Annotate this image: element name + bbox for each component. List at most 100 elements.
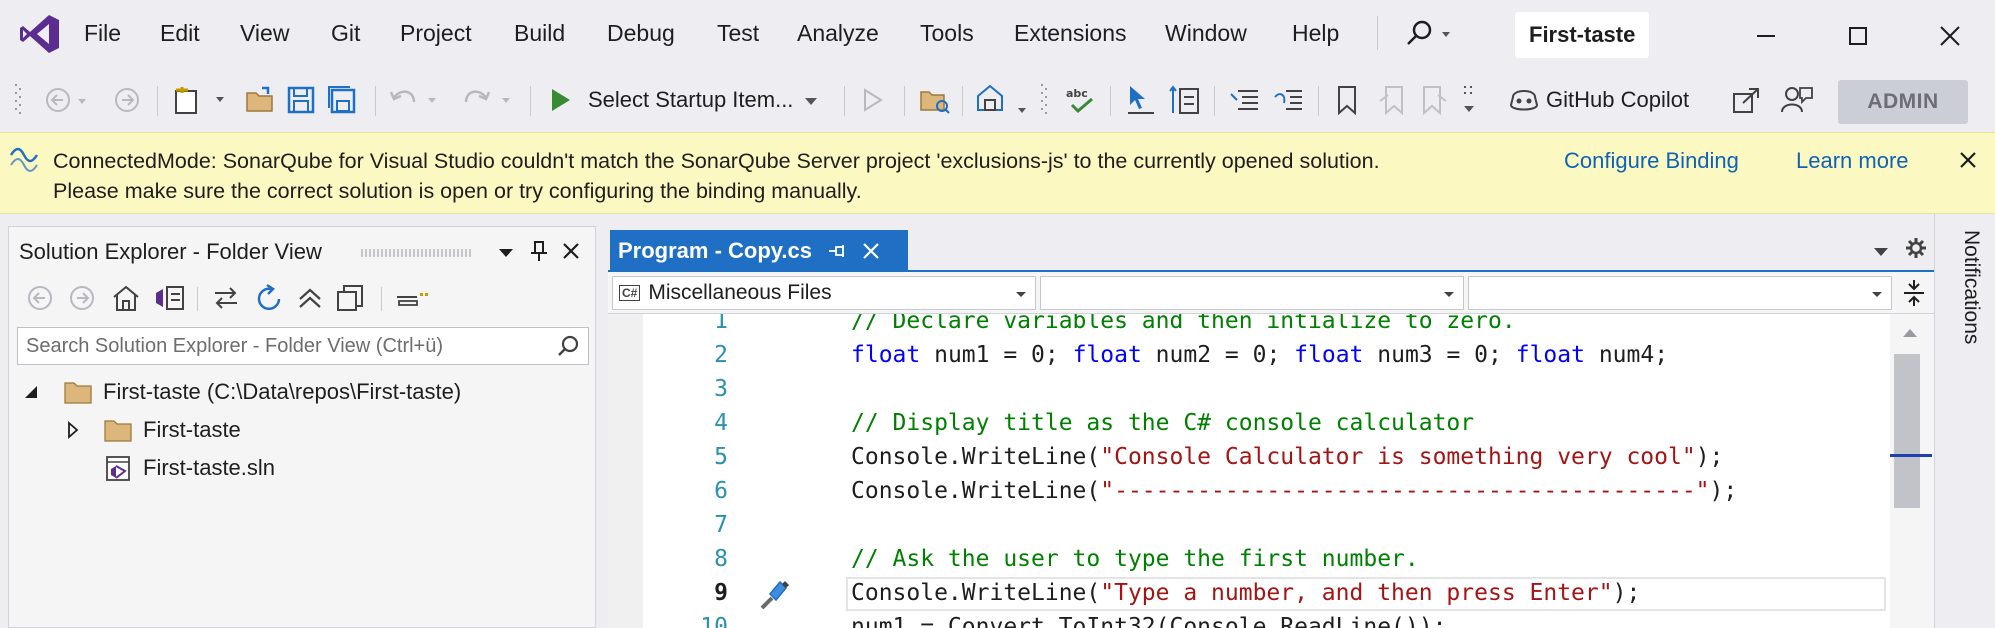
tree-item-label: First-taste bbox=[143, 417, 241, 442]
next-bookmark-icon[interactable] bbox=[1418, 80, 1448, 120]
member-dropdown[interactable] bbox=[1468, 276, 1892, 310]
menu-debug[interactable]: Debug bbox=[607, 20, 675, 47]
scroll-up-icon[interactable] bbox=[1900, 326, 1920, 340]
comment-lines-icon[interactable] bbox=[1228, 80, 1262, 120]
title-menu-bar: File Edit View Git Project Build Debug T… bbox=[0, 0, 1995, 68]
toolbar-grip-icon[interactable] bbox=[1040, 80, 1050, 120]
start-without-debugging-icon[interactable] bbox=[860, 80, 886, 120]
line-number: 7 bbox=[714, 512, 728, 538]
divider bbox=[1377, 16, 1378, 50]
admin-badge-button[interactable]: ADMIN bbox=[1838, 80, 1968, 124]
menu-help[interactable]: Help bbox=[1292, 20, 1339, 47]
new-item-icon[interactable] bbox=[172, 80, 234, 120]
uncomment-lines-icon[interactable] bbox=[1272, 80, 1306, 120]
back-icon[interactable] bbox=[25, 283, 55, 313]
quick-actions-screwdriver-icon[interactable] bbox=[758, 578, 792, 612]
settings-gear-icon[interactable] bbox=[1904, 236, 1928, 260]
pin-icon[interactable] bbox=[529, 239, 549, 263]
github-copilot-button[interactable]: GitHub Copilot bbox=[1508, 80, 1689, 120]
solution-explorer-search-input[interactable]: Search Solution Explorer - Folder View (… bbox=[17, 327, 589, 365]
maximize-icon[interactable] bbox=[1832, 14, 1884, 58]
feedback-icon[interactable] bbox=[1780, 80, 1814, 120]
undo-icon[interactable] bbox=[388, 80, 446, 120]
pin-tab-icon[interactable] bbox=[826, 240, 848, 262]
split-window-icon[interactable] bbox=[1900, 278, 1928, 308]
menu-project[interactable]: Project bbox=[400, 20, 472, 47]
redo-icon[interactable] bbox=[460, 80, 518, 120]
bookmark-icon[interactable] bbox=[1334, 80, 1360, 120]
menu-file[interactable]: File bbox=[84, 20, 121, 47]
tree-item-solution-file[interactable]: First-taste.sln bbox=[103, 451, 275, 485]
line-number: 10 bbox=[700, 614, 728, 628]
vertical-scrollbar[interactable] bbox=[1890, 314, 1934, 628]
minimize-icon[interactable] bbox=[1740, 14, 1792, 58]
menu-extensions[interactable]: Extensions bbox=[1014, 20, 1127, 47]
divider bbox=[530, 86, 531, 116]
play-icon bbox=[552, 89, 570, 111]
spell-check-icon[interactable]: abc bbox=[1064, 80, 1098, 120]
tab-program-copy-cs[interactable]: Program - Copy.cs bbox=[610, 230, 908, 272]
close-infobar-icon[interactable] bbox=[1958, 150, 1978, 170]
start-debugging-button[interactable]: Select Startup Item... bbox=[548, 80, 825, 120]
scrollbar-thumb[interactable] bbox=[1894, 354, 1920, 508]
menu-view[interactable]: View bbox=[240, 20, 289, 47]
line-number: 1 bbox=[714, 314, 728, 334]
browse-files-icon[interactable] bbox=[918, 80, 952, 120]
tab-list-chevron-icon[interactable] bbox=[1872, 242, 1890, 260]
code-line: num1 = Convert.ToInt32(Console.ReadLine(… bbox=[851, 614, 1447, 628]
menu-tools[interactable]: Tools bbox=[920, 20, 974, 47]
select-tool-icon[interactable] bbox=[1124, 80, 1158, 120]
navigate-forward-icon[interactable] bbox=[112, 80, 142, 120]
toolbar-overflow-icon[interactable] bbox=[1462, 80, 1476, 120]
solution-file-icon bbox=[106, 456, 130, 481]
tree-item-root-folder[interactable]: First-taste (C:\Data\repos\First-taste) bbox=[23, 375, 461, 409]
share-icon[interactable] bbox=[1730, 80, 1762, 120]
toolbar-grip-icon[interactable] bbox=[14, 80, 22, 120]
properties-icon[interactable] bbox=[395, 283, 429, 313]
panel-grip[interactable] bbox=[361, 249, 471, 257]
sync-with-active-document-icon[interactable] bbox=[211, 283, 241, 313]
code-line: Console.WriteLine("Type a number, and th… bbox=[851, 580, 1641, 606]
menu-git[interactable]: Git bbox=[331, 20, 360, 47]
properties-tool-icon[interactable] bbox=[1168, 80, 1202, 120]
expanded-arrow-icon[interactable] bbox=[23, 382, 43, 402]
previous-bookmark-icon[interactable] bbox=[1378, 80, 1408, 120]
close-tab-icon[interactable] bbox=[860, 240, 882, 262]
code-line: // Declare variables and then intialize … bbox=[851, 314, 1516, 334]
collapsed-arrow-icon[interactable] bbox=[63, 420, 83, 440]
type-dropdown[interactable] bbox=[1040, 276, 1464, 310]
panel-options-chevron-icon[interactable] bbox=[497, 243, 515, 261]
save-icon[interactable] bbox=[286, 80, 316, 120]
menu-analyze[interactable]: Analyze bbox=[797, 20, 879, 47]
solution-name-badge: First-taste bbox=[1515, 12, 1650, 58]
search-icon[interactable] bbox=[556, 334, 580, 358]
visual-studio-logo-icon[interactable] bbox=[18, 12, 62, 56]
learn-more-link[interactable]: Learn more bbox=[1796, 148, 1909, 174]
menu-window[interactable]: Window bbox=[1165, 20, 1247, 47]
code-editor[interactable]: 1 2 3 4 5 6 7 8 9 10 // Declare variable… bbox=[608, 314, 1890, 628]
forward-icon[interactable] bbox=[67, 283, 97, 313]
menu-test[interactable]: Test bbox=[717, 20, 759, 47]
divider bbox=[904, 86, 905, 116]
collapse-all-icon[interactable] bbox=[295, 283, 325, 313]
notifications-tab[interactable]: Notifications bbox=[1959, 230, 1983, 344]
divider bbox=[962, 86, 963, 116]
search-placeholder: Search Solution Explorer - Folder View (… bbox=[26, 335, 444, 357]
refresh-icon[interactable] bbox=[253, 283, 285, 315]
navigate-back-icon[interactable] bbox=[44, 80, 90, 120]
menu-build[interactable]: Build bbox=[514, 20, 565, 47]
close-window-icon[interactable] bbox=[1924, 14, 1976, 58]
save-all-icon[interactable] bbox=[326, 80, 358, 120]
switch-views-icon[interactable] bbox=[153, 283, 187, 313]
open-folder-icon[interactable] bbox=[244, 80, 276, 120]
project-dropdown[interactable]: C# Miscellaneous Files bbox=[612, 276, 1036, 310]
home-icon[interactable] bbox=[111, 283, 141, 313]
close-panel-icon[interactable] bbox=[561, 241, 581, 261]
show-all-files-icon[interactable] bbox=[335, 283, 365, 313]
menu-edit[interactable]: Edit bbox=[160, 20, 200, 47]
code-line: Console.WriteLine("Console Calculator is… bbox=[851, 444, 1724, 470]
view-home-icon[interactable] bbox=[974, 80, 1036, 120]
configure-binding-link[interactable]: Configure Binding bbox=[1564, 148, 1739, 174]
tree-item-folder[interactable]: First-taste bbox=[63, 413, 241, 447]
search-icon[interactable] bbox=[1404, 18, 1454, 50]
